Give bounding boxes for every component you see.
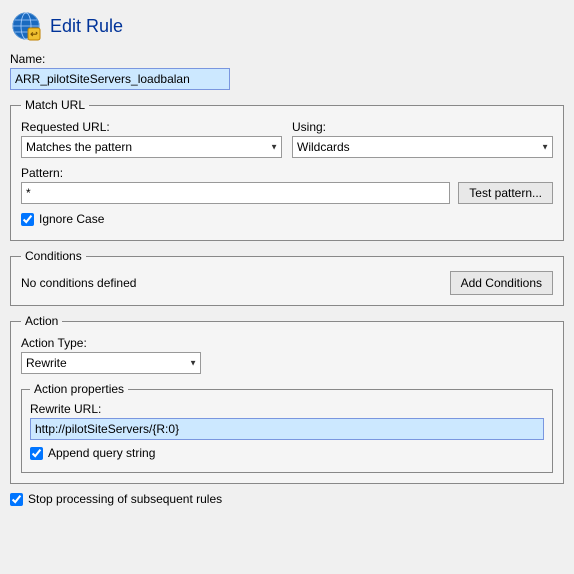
name-label: Name: (10, 52, 564, 66)
action-type-row: Rewrite Redirect Custom Response Abort R… (21, 352, 553, 374)
action-type-select[interactable]: Rewrite Redirect Custom Response Abort R… (21, 352, 201, 374)
action-properties-section: Action properties Rewrite URL: Append qu… (21, 382, 553, 473)
conditions-section: Conditions No conditions defined Add Con… (10, 249, 564, 306)
stop-processing-checkbox[interactable] (10, 493, 23, 506)
using-select[interactable]: Wildcards Regular Expressions Exact Matc… (292, 136, 553, 158)
requested-url-col: Requested URL: Matches the pattern Does … (21, 120, 282, 158)
conditions-row: No conditions defined Add Conditions (21, 271, 553, 295)
page-header: ↩ Edit Rule (10, 10, 564, 42)
pattern-row: Test pattern... (21, 182, 553, 204)
test-pattern-button[interactable]: Test pattern... (458, 182, 553, 204)
rewrite-url-label: Rewrite URL: (30, 402, 544, 416)
stop-processing-label: Stop processing of subsequent rules (28, 492, 222, 506)
page-title: Edit Rule (50, 16, 123, 37)
pattern-label: Pattern: (21, 166, 553, 180)
stop-processing-row: Stop processing of subsequent rules (10, 492, 564, 506)
action-section: Action Action Type: Rewrite Redirect Cus… (10, 314, 564, 484)
append-query-string-row: Append query string (30, 446, 544, 460)
svg-text:↩: ↩ (30, 29, 38, 39)
using-select-wrapper: Wildcards Regular Expressions Exact Matc… (292, 136, 553, 158)
conditions-legend: Conditions (21, 249, 86, 263)
action-properties-legend: Action properties (30, 382, 128, 396)
requested-url-row: Requested URL: Matches the pattern Does … (21, 120, 553, 158)
ignore-case-label: Ignore Case (39, 212, 104, 226)
name-input[interactable] (10, 68, 230, 90)
requested-url-select[interactable]: Matches the pattern Does not match the p… (21, 136, 282, 158)
using-col: Using: Wildcards Regular Expressions Exa… (292, 120, 553, 158)
append-query-string-checkbox[interactable] (30, 447, 43, 460)
append-query-string-label: Append query string (48, 446, 155, 460)
using-label: Using: (292, 120, 553, 134)
name-section: Name: (10, 52, 564, 90)
action-type-label: Action Type: (21, 336, 553, 350)
match-url-legend: Match URL (21, 98, 89, 112)
pattern-input[interactable] (21, 182, 450, 204)
action-type-select-wrapper: Rewrite Redirect Custom Response Abort R… (21, 352, 201, 374)
add-conditions-button[interactable]: Add Conditions (450, 271, 553, 295)
header-icon: ↩ (10, 10, 42, 42)
ignore-case-checkbox[interactable] (21, 213, 34, 226)
action-legend: Action (21, 314, 62, 328)
rewrite-url-input[interactable] (30, 418, 544, 440)
ignore-case-row: Ignore Case (21, 212, 553, 226)
requested-url-select-wrapper: Matches the pattern Does not match the p… (21, 136, 282, 158)
no-conditions-text: No conditions defined (21, 276, 136, 290)
match-url-section: Match URL Requested URL: Matches the pat… (10, 98, 564, 241)
requested-url-label: Requested URL: (21, 120, 282, 134)
